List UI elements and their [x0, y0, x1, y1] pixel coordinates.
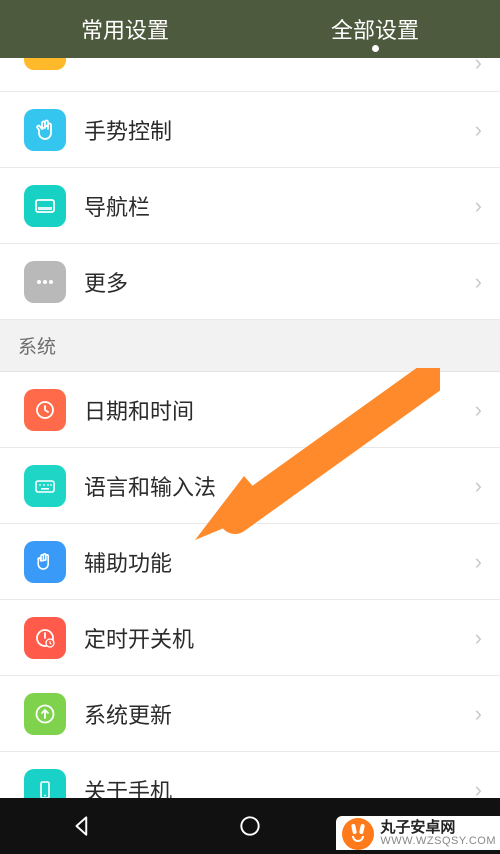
section-system-label: 系统	[18, 332, 56, 359]
chevron-right-icon: ›	[475, 117, 482, 143]
about-label: 关于手机	[84, 774, 475, 799]
list-item-accessibility[interactable]: 辅助功能 ›	[0, 524, 500, 600]
list-item-navigation-bar[interactable]: 导航栏 ›	[0, 168, 500, 244]
clock-icon	[24, 389, 66, 431]
update-label: 系统更新	[84, 698, 475, 730]
dock-icon	[24, 185, 66, 227]
watermark-logo-icon	[342, 818, 374, 850]
list-item-scheduled-power[interactable]: 定时开关机 ›	[0, 600, 500, 676]
chevron-right-icon: ›	[475, 625, 482, 651]
chevron-right-icon: ›	[475, 549, 482, 575]
palm-icon	[24, 541, 66, 583]
keyboard-icon	[24, 465, 66, 507]
watermark-sub: WWW.WZSQSY.COM	[380, 836, 496, 848]
accessibility-label: 辅助功能	[84, 546, 475, 578]
tab-all-settings[interactable]: 全部设置	[250, 0, 500, 58]
watermark: 丸子安卓网 WWW.WZSQSY.COM	[336, 816, 500, 850]
tab-all-label: 全部设置	[331, 13, 419, 45]
chevron-right-icon: ›	[475, 473, 482, 499]
settings-list: . › 手势控制 › 导航栏 › 更多 › 系统 日期和时间 ›	[0, 58, 500, 798]
language-label: 语言和输入法	[84, 470, 475, 502]
list-item-language-input[interactable]: 语言和输入法 ›	[0, 448, 500, 524]
tab-active-indicator	[372, 45, 379, 52]
list-item-about-phone[interactable]: 关于手机 ›	[0, 752, 500, 798]
tab-common-label: 常用设置	[81, 13, 169, 45]
gesture-label: 手势控制	[84, 114, 475, 146]
chevron-right-icon: ›	[475, 701, 482, 727]
top-tab-bar: 常用设置 全部设置	[0, 0, 500, 58]
nav-home-button[interactable]	[210, 798, 290, 854]
chevron-right-icon: ›	[475, 193, 482, 219]
power-icon	[24, 617, 66, 659]
datetime-label: 日期和时间	[84, 394, 475, 426]
more-label: 更多	[84, 266, 475, 298]
scheduled-label: 定时开关机	[84, 622, 475, 654]
dots-icon	[24, 261, 66, 303]
chevron-right-icon: ›	[475, 777, 482, 799]
section-header-system: 系统	[0, 320, 500, 372]
list-item-partial[interactable]: . ›	[0, 58, 500, 92]
nav-back-button[interactable]	[43, 798, 123, 854]
navbar-label: 导航栏	[84, 190, 475, 222]
list-item-more[interactable]: 更多 ›	[0, 244, 500, 320]
list-item-system-update[interactable]: 系统更新 ›	[0, 676, 500, 752]
partial-icon	[24, 58, 66, 70]
list-item-gesture-control[interactable]: 手势控制 ›	[0, 92, 500, 168]
list-item-date-time[interactable]: 日期和时间 ›	[0, 372, 500, 448]
chevron-right-icon: ›	[475, 58, 482, 76]
arrow-up-icon	[24, 693, 66, 735]
tab-common-settings[interactable]: 常用设置	[0, 0, 250, 58]
chevron-right-icon: ›	[475, 269, 482, 295]
chevron-right-icon: ›	[475, 397, 482, 423]
phone-icon	[24, 769, 66, 799]
hand-icon	[24, 109, 66, 151]
watermark-title: 丸子安卓网	[380, 820, 496, 836]
